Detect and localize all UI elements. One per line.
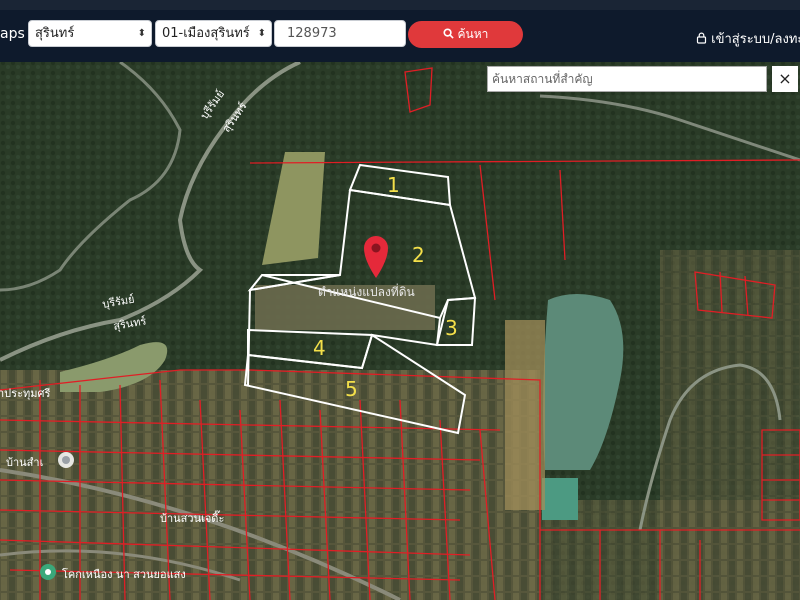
plot-label-3: 3 — [445, 316, 458, 340]
top-strip — [0, 0, 800, 10]
place-marker-icon[interactable] — [58, 452, 74, 468]
village-label: บ้านสำเ — [6, 456, 44, 469]
province-select[interactable]: สุรินทร์ ⬍ — [28, 20, 152, 47]
search-icon — [443, 28, 454, 39]
parcel-caption: ตำแหน่งแปลงที่ดิน — [318, 283, 415, 299]
pool-small — [542, 478, 578, 520]
district-select-value: 01-เมืองสุรินทร์ — [162, 26, 250, 41]
top-navbar: aps สุรินทร์ ⬍ 01-เมืองสุรินทร์ ⬍ 128973… — [0, 0, 800, 62]
place-search-input[interactable]: ค้นหาสถานที่สำคัญ — [487, 66, 767, 92]
brand-text: aps — [0, 26, 25, 42]
province-select-value: สุรินทร์ — [35, 26, 75, 41]
login-link[interactable]: เข้าสู่ระบบ/ลงทะ — [696, 28, 800, 49]
lock-icon — [696, 32, 707, 44]
poi-marker-icon[interactable] — [40, 564, 56, 580]
plot-label-4: 4 — [313, 336, 326, 360]
sand-strip — [505, 320, 545, 510]
plot-label-2: 2 — [412, 243, 425, 267]
satellite-map[interactable]: 1 2 3 4 5 ตำแหน่งแปลงที่ดิน บุรีรัมย์ สุ… — [0, 62, 800, 600]
select-chevron-icon: ⬍ — [137, 28, 146, 39]
village-label: บ้านสวนเจดี๊ะ — [160, 510, 224, 525]
deed-number-input[interactable]: 128973 — [274, 20, 406, 47]
close-icon[interactable]: × — [772, 66, 798, 92]
select-chevron-icon: ⬍ — [257, 28, 266, 39]
village-label: าประทุมศรี — [0, 387, 50, 400]
search-button[interactable]: ค้นหา — [408, 21, 523, 48]
district-select[interactable]: 01-เมืองสุรินทร์ ⬍ — [155, 20, 272, 47]
plot-label-5: 5 — [345, 377, 358, 401]
plot-label-1: 1 — [387, 173, 400, 197]
village-label: โคกเหนือง นา สวนยอแสง — [62, 567, 186, 581]
search-button-label: ค้นหา — [457, 27, 489, 41]
login-label: เข้าสู่ระบบ/ลงทะ — [711, 32, 800, 47]
